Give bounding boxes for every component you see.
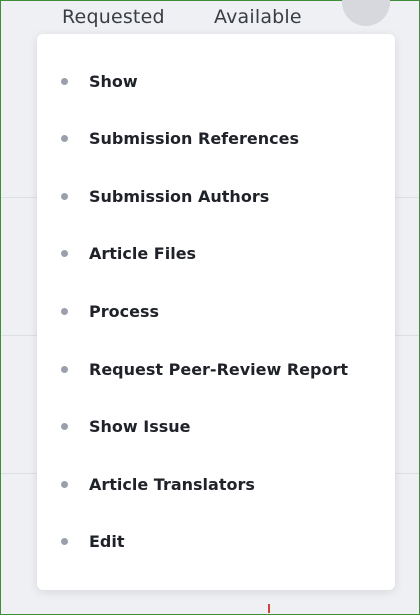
bullet-icon xyxy=(61,537,68,545)
menu-item-label: Edit xyxy=(89,531,125,551)
more-horizontal-icon: ••• xyxy=(349,0,384,8)
cursor-marker xyxy=(268,604,270,613)
menu-item-label: Submission Authors xyxy=(89,186,270,206)
bullet-icon xyxy=(61,307,68,315)
menu-item-label: Process xyxy=(89,301,159,321)
menu-item-label: Submission References xyxy=(89,128,299,148)
tab-bar: Requested Available ••• xyxy=(0,0,420,38)
menu-item-submission-references[interactable]: Submission References xyxy=(37,118,395,158)
menu-item-edit[interactable]: Edit xyxy=(37,521,395,561)
menu-item-show-issue[interactable]: Show Issue xyxy=(37,406,395,446)
bullet-icon xyxy=(61,249,68,257)
menu-item-request-peer-review-report[interactable]: Request Peer-Review Report xyxy=(37,349,395,389)
menu-item-submission-authors[interactable]: Submission Authors xyxy=(37,176,395,216)
bullet-icon xyxy=(61,480,68,488)
bullet-icon xyxy=(61,365,68,373)
menu-item-process[interactable]: Process xyxy=(37,291,395,331)
actions-dropdown-menu: Show Submission References Submission Au… xyxy=(37,34,395,590)
bullet-icon xyxy=(61,134,68,142)
menu-item-label: Show xyxy=(89,71,138,91)
menu-item-article-files[interactable]: Article Files xyxy=(37,233,395,273)
menu-item-article-translators[interactable]: Article Translators xyxy=(37,464,395,504)
menu-item-label: Article Files xyxy=(89,243,197,263)
bullet-icon xyxy=(61,77,68,85)
menu-item-label: Article Translators xyxy=(89,474,255,494)
tab-available[interactable]: Available xyxy=(214,6,302,28)
menu-item-show[interactable]: Show xyxy=(37,61,395,101)
menu-item-label: Show Issue xyxy=(89,416,191,436)
menu-item-label: Request Peer-Review Report xyxy=(89,359,349,379)
tab-requested[interactable]: Requested xyxy=(62,6,165,28)
bullet-icon xyxy=(61,192,68,200)
bullet-icon xyxy=(61,422,68,430)
more-options-button[interactable]: ••• xyxy=(342,0,390,26)
